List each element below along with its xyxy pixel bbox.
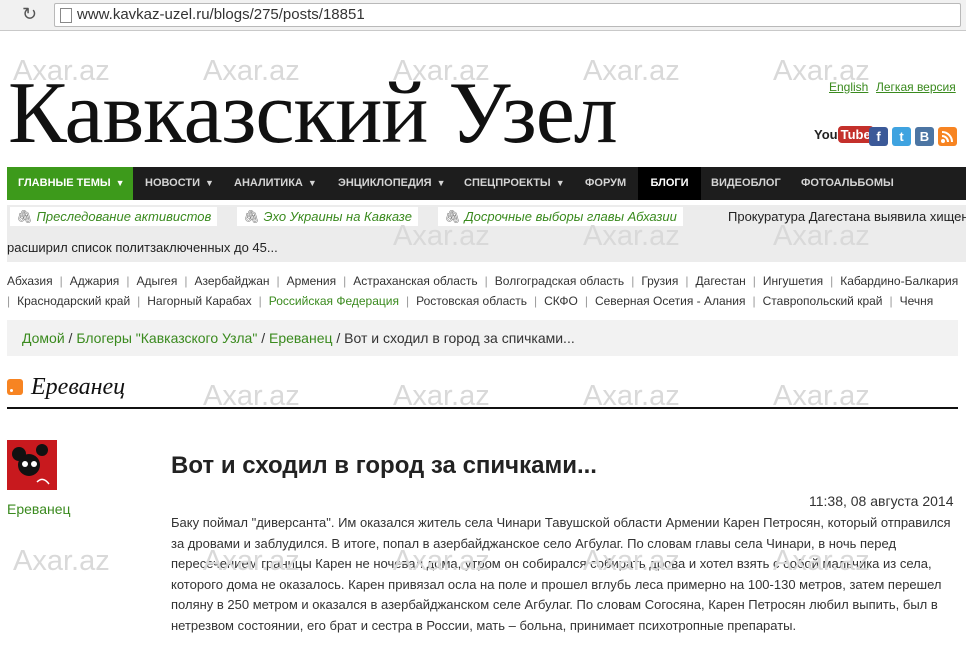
region-link[interactable]: Ставропольский край (763, 294, 883, 308)
region-link[interactable]: Грузия (641, 274, 678, 288)
region-link[interactable]: Азербайджан (194, 274, 269, 288)
nav-photoalbums[interactable]: ФОТОАЛЬБОМЫ (801, 167, 894, 200)
nav-special-projects[interactable]: СПЕЦПРОЕКТЫ ▼ (464, 167, 565, 200)
page-icon (60, 8, 72, 23)
region-link[interactable]: Ростовская область (416, 294, 527, 308)
youtube-you: You (814, 127, 838, 142)
region-link[interactable]: Северная Осетия - Алания (595, 294, 746, 308)
regions-row-1: Абхазия | Аджария | Адыгея | Азербайджан | Армен… (7, 274, 959, 288)
main-nav: ГЛАВНЫЕ ТЕМЫ ▼ НОВОСТИ ▼ АНАЛИТИКА ▼ ЭНЦИКЛ… (7, 167, 966, 200)
light-version-link[interactable]: Легкая версия (876, 80, 956, 94)
breadcrumb-home[interactable]: Домой (22, 330, 65, 346)
region-link[interactable]: Ингушетия (763, 274, 823, 288)
news-ticker: 🖇 Преследование активистов 🖇 Эхо Украины н… (7, 205, 966, 262)
nav-label: НОВОСТИ (145, 177, 201, 189)
site-logo[interactable]: Кавказский Узел (8, 70, 618, 158)
post-body: Баку поймал "диверсанта". Им оказался жи… (171, 515, 951, 633)
nav-label: ЭНЦИКЛОПЕДИЯ (338, 177, 432, 189)
divider (7, 407, 958, 409)
url-text[interactable]: www.kavkaz-uzel.ru/blogs/275/posts/18851 (77, 6, 365, 23)
region-link[interactable]: Адыгея (136, 274, 177, 288)
region-link[interactable]: Армения (287, 274, 336, 288)
chevron-down-icon: ▼ (205, 178, 214, 188)
region-link[interactable]: Дагестан (696, 274, 746, 288)
region-link[interactable]: Чечня (900, 294, 934, 308)
region-link[interactable]: Нагорный Карабах (147, 294, 251, 308)
browser-toolbar: ↻ www.kavkaz-uzel.ru/blogs/275/posts/188… (0, 0, 966, 31)
tag-label: Преследование активистов (36, 209, 212, 224)
vk-icon[interactable]: B (915, 127, 934, 146)
region-link[interactable]: Краснодарский край (17, 294, 130, 308)
paperclip-icon: 🖇 (243, 209, 260, 224)
region-link[interactable]: Астраханская область (353, 274, 477, 288)
region-link[interactable]: Кабардино-Балкария (840, 274, 958, 288)
tag-label: Эхо Украины на Кавказе (263, 209, 412, 224)
nav-forum[interactable]: ФОРУМ (585, 167, 626, 200)
reload-icon[interactable]: ↻ (22, 4, 42, 24)
breadcrumb: Домой / Блогеры "Кавказского Узла" / Ере… (7, 320, 958, 356)
avatar[interactable] (7, 440, 57, 490)
nav-videoblog[interactable]: ВИДЕОБЛОГ (711, 167, 781, 200)
region-link[interactable]: Аджария (70, 274, 120, 288)
nav-analytics[interactable]: АНАЛИТИКА ▼ (234, 167, 317, 200)
region-link[interactable]: Абхазия (7, 274, 53, 288)
post-date: 11:38, 08 августа 2014 (809, 493, 954, 509)
breadcrumb-bloggers[interactable]: Блогеры "Кавказского Узла" (76, 330, 257, 346)
twitter-icon[interactable]: t (892, 127, 911, 146)
topic-tag[interactable]: 🖇 Эхо Украины на Кавказе (237, 207, 418, 226)
chevron-down-icon: ▼ (115, 178, 125, 188)
chevron-down-icon: ▼ (307, 178, 317, 188)
youtube-icon[interactable]: You Tube (814, 126, 874, 146)
ticker-news-text-cont[interactable]: расширил список политзаключенных до 45..… (7, 240, 278, 255)
nav-label: СПЕЦПРОЕКТЫ (464, 177, 551, 189)
address-bar[interactable]: www.kavkaz-uzel.ru/blogs/275/posts/18851 (54, 3, 961, 27)
post-title: Вот и сходил в город за спичками... (171, 452, 597, 479)
nav-encyclopedia[interactable]: ЭНЦИКЛОПЕДИЯ ▼ (338, 167, 446, 200)
regions-row-2: | Краснодарский край | Нагорный Карабах | Рос… (7, 294, 934, 308)
nav-news[interactable]: НОВОСТИ ▼ (145, 167, 214, 200)
blog-title: Ереванец (31, 374, 126, 400)
tag-label: Досрочные выборы главы Абхазии (464, 209, 677, 224)
chevron-down-icon: ▼ (436, 178, 446, 188)
region-link-active[interactable]: Российская Федерация (269, 294, 399, 308)
nav-main-topics[interactable]: ГЛАВНЫЕ ТЕМЫ ▼ (7, 167, 133, 200)
paperclip-icon: 🖇 (444, 209, 461, 224)
facebook-icon[interactable]: f (869, 127, 888, 146)
breadcrumb-current: Вот и сходил в город за спичками... (344, 330, 575, 346)
topic-tag[interactable]: 🖇 Досрочные выборы главы Абхазии (438, 207, 683, 226)
english-link[interactable]: English (829, 80, 868, 94)
chevron-down-icon: ▼ (555, 178, 565, 188)
nav-label: АНАЛИТИКА (234, 177, 303, 189)
nav-blogs[interactable]: БЛОГИ (638, 167, 701, 200)
breadcrumb-blog[interactable]: Ереванец (269, 330, 333, 346)
topic-tag[interactable]: 🖇 Преследование активистов (10, 207, 218, 226)
region-link[interactable]: Волгоградская область (495, 274, 624, 288)
nav-label: ГЛАВНЫЕ ТЕМЫ (18, 177, 111, 189)
rss-feed-icon[interactable] (938, 127, 957, 146)
paperclip-icon: 🖇 (16, 209, 33, 224)
ticker-news-text[interactable]: Прокуратура Дагестана выявила хищен (728, 209, 966, 224)
region-link[interactable]: СКФО (544, 294, 578, 308)
blog-rss-icon[interactable] (7, 379, 23, 395)
post-author-link[interactable]: Ереванец (7, 501, 71, 517)
watermark: Axar.az (13, 545, 110, 577)
